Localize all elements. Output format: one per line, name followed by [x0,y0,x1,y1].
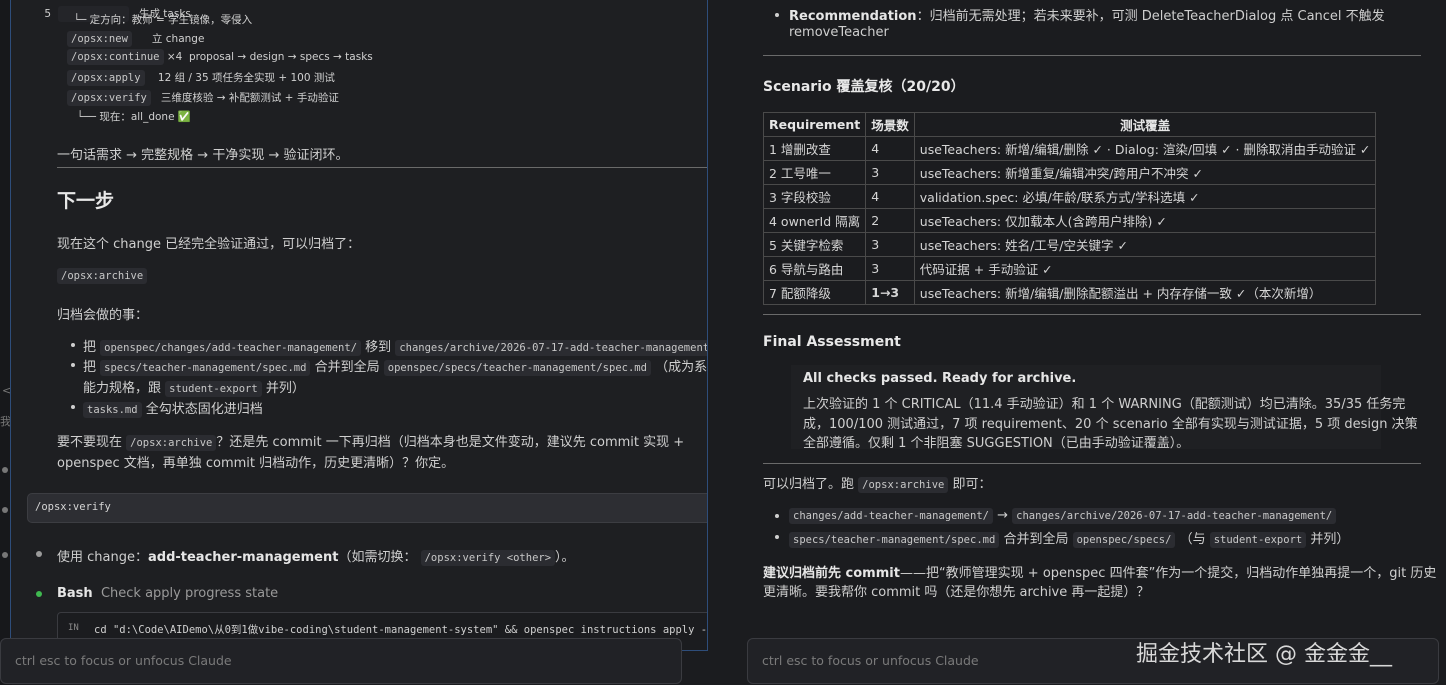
bullet [71,363,75,367]
bash-tool-header[interactable]: Bash Check apply progress state [57,586,278,601]
input-placeholder: ctrl esc to focus or unfocus Claude [15,653,232,668]
tree-line: /opsx:verify 三维度核验 → 补配额测试 + 手动验证 [67,90,339,106]
scenario-heading: Scenario 覆盖复核（20/20） [763,79,965,95]
use-change-text: 使用 change：add-teacher-management（如需切换： /… [57,550,575,566]
background-dot [2,467,8,473]
summary-text: 一句话需求 → 完整规格 → 干净实现 → 验证闭环。 [57,148,349,163]
bullet [71,405,75,409]
column-header: 测试覆盖 [913,112,1377,137]
input-placeholder: ctrl esc to focus or unfocus Claude [762,653,979,668]
column-header: Requirement [762,112,867,137]
table-cell: validation.spec: 必填/年龄/联系方式/学科选填 ✓ [913,184,1377,209]
claude-chat-panel-left: 5 生成 tasks └─ 定方向：教师 = 学生镜像，零侵入 /opsx:ne… [10,0,708,651]
archive-merge-item: specs/teacher-management/spec.md 合并到全局 o… [789,528,1349,548]
divider [763,463,1421,464]
user-message-bubble[interactable]: /opsx:verify [27,493,707,523]
can-archive-text: 可以归档了。跑 /opsx:archive 即可： [763,477,992,493]
ask-text: 要不要现在 /opsx:archive ？还是先 commit 一下再归档（归档本… [57,435,685,451]
final-assessment-heading: Final Assessment [763,334,901,350]
table-cell: 4 ownerId 隔离 [762,208,867,233]
next-intro-text: 现在这个 change 已经完全验证通过，可以归档了： [57,237,361,252]
suggestion-text-cont: 更清晰。要我帮你 commit 吗（还是你想先 archive 再一起提）？ [763,585,1150,600]
table-cell: 4 [865,136,915,161]
table-cell: 3 字段校验 [762,184,867,209]
table-cell: useTeachers: 新增/编辑/删除 ✓ · Dialog: 渲染/回填 … [913,136,1377,161]
bullet [775,535,779,539]
column-header: 场景数 [865,112,915,137]
next-step-heading: 下一步 [57,190,115,212]
table-row: 5 关键字检索 3 useTeachers: 姓名/工号/空关键字 ✓ [762,232,1377,257]
table-cell: useTeachers: 新增/编辑/删除配额溢出 + 内存存储一致 ✓（本次新… [913,280,1377,305]
in-label: IN [68,623,79,633]
table-row: 7 配额降级 1→3 useTeachers: 新增/编辑/删除配额溢出 + 内… [762,280,1377,305]
table-cell: 3 [865,160,915,185]
table-cell: 5 关键字检索 [762,232,867,257]
ask-text-cont: openspec 文档，再单独 commit 归档动作，历史更清晰）？你定。 [57,456,455,471]
table-row: 1 增删改查 4 useTeachers: 新增/编辑/删除 ✓ · Dialo… [762,136,1377,161]
scenario-table: Requirement 场景数 测试覆盖 1 增删改查 4 useTeacher… [762,112,1377,305]
divider [763,55,1421,56]
final-assessment-line: 全部遵循。仅剩 1 个非阻塞 SUGGESTION（已由手动验证覆盖）。 [803,436,1190,451]
tree-line: /opsx:new 立 change [67,31,204,47]
bullet [775,514,779,518]
final-assessment-line: 成，100/100 测试通过，7 项 requirement、20 个 scen… [803,417,1418,432]
recommendation-text: Recommendation：归档前无需处理；若未来要补，可测 DeleteTe… [789,9,1385,24]
left-chat-input[interactable]: ctrl esc to focus or unfocus Claude [0,638,682,684]
tool-status-dot [36,591,42,597]
table-cell: 3 [865,232,915,257]
table-cell: 7 配额降级 [762,280,867,305]
table-cell: 6 导航与路由 [762,256,867,281]
table-row: 4 ownerId 隔离 2 useTeachers: 仅加载本人(含跨用户排除… [762,208,1377,233]
table-row: 3 字段校验 4 validation.spec: 必填/年龄/联系方式/学科选… [762,184,1377,209]
archive-command[interactable]: /opsx:archive [57,268,148,284]
archive-does-title: 归档会做的事： [57,308,149,323]
background-dot [2,507,8,513]
bash-command-text: cd "d:\Code\AIDemo\从0到1做vibe-coding\stud… [94,624,708,636]
bullet [775,13,779,17]
archive-item-merge-cont: 能力规格，跟 student-export 并列） [83,381,305,397]
table-cell: 2 工号唯一 [762,160,867,185]
table-cell: 1 增删改查 [762,136,867,161]
final-assessment-bold: All checks passed. Ready for archive. [803,371,1077,386]
table-cell: 3 [865,256,915,281]
table-cell: 4 [865,184,915,209]
table-cell: useTeachers: 新增重复/编辑冲突/跨用户不冲突 ✓ [913,160,1377,185]
watermark: 掘金技术社区 @ 金金金__ [1136,642,1392,667]
tree-line: /opsx:continue ×4 proposal → design → sp… [67,49,373,65]
table-row: 6 导航与路由 3 代码证据 + 手动验证 ✓ [762,256,1377,281]
archive-item-merge: 把 specs/teacher-management/spec.md 合并到全局… [83,360,708,376]
table-header-row: Requirement 场景数 测试覆盖 [762,112,1377,137]
final-assessment-line: 上次验证的 1 个 CRITICAL（11.4 手动验证）和 1 个 WARNI… [803,397,1406,412]
table-cell: 2 [865,208,915,233]
table-cell: 代码证据 + 手动验证 ✓ [913,256,1377,281]
table-row: 2 工号唯一 3 useTeachers: 新增重复/编辑冲突/跨用户不冲突 ✓ [762,160,1377,185]
archive-item-move: 把 openspec/changes/add-teacher-managemen… [83,336,707,356]
table-cell: useTeachers: 仅加载本人(含跨用户排除) ✓ [913,208,1377,233]
user-message-text: /opsx:verify [35,501,111,513]
archive-move-item: changes/add-teacher-management/ → change… [789,508,1337,524]
archive-item-tasks: tasks.md 全勾状态固化进归档 [83,398,263,418]
tree-line: └── 现在：all_done ✅ [67,111,191,123]
table-cell: useTeachers: 姓名/工号/空关键字 ✓ [913,232,1377,257]
divider [57,167,707,168]
final-assessment-quote: All checks passed. Ready for archive. 上次… [791,365,1418,451]
claude-chat-panel-right: Recommendation：归档前无需处理；若未来要补，可测 DeleteTe… [735,0,1446,685]
divider [763,314,1421,315]
recommendation-text-cont: removeTeacher [789,25,889,40]
message-dot [36,551,42,557]
table-cell: 1→3 [865,280,915,305]
suggestion-text: 建议归档前先 commit——把“教师管理实现 + openspec 四件套”作… [763,566,1437,581]
bullet [71,343,75,347]
tree-line: /opsx:apply 12 组 / 35 项任务全实现 + 100 测试 [67,70,335,86]
tree-line: └─ 定方向：教师 = 学生镜像，零侵入 [67,14,253,26]
background-dot [2,552,8,558]
